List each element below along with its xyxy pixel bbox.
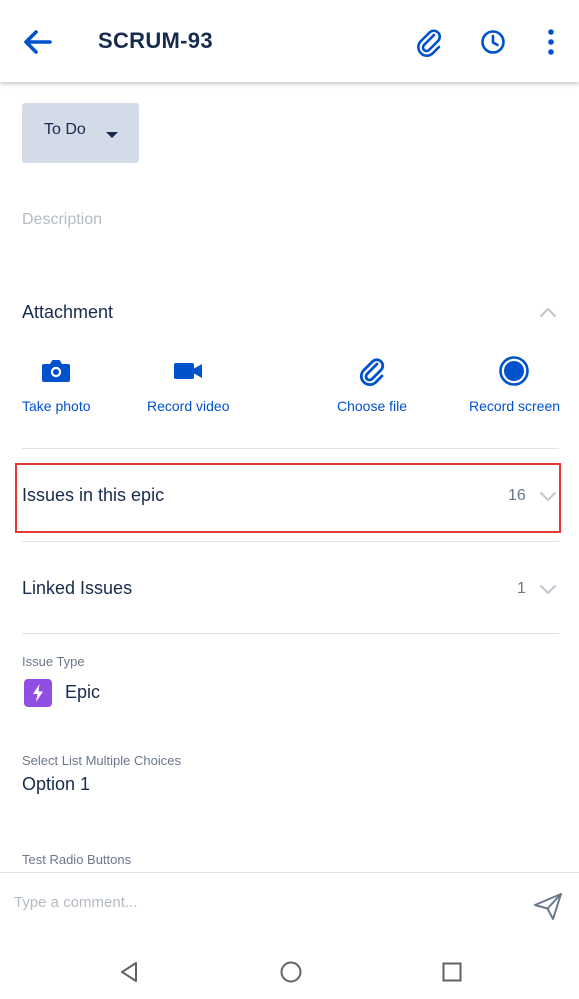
divider [22, 448, 559, 449]
issue-type-label: Issue Type [22, 654, 85, 669]
radio-buttons-label: Test Radio Buttons [22, 852, 132, 867]
record-icon [499, 356, 529, 386]
status-label: To Do [44, 121, 86, 138]
highlight-box [15, 463, 561, 533]
select-list-value[interactable]: Option 1 [22, 774, 90, 795]
paperclip-icon[interactable] [414, 26, 444, 58]
status-dropdown[interactable]: To Do [22, 103, 139, 163]
linked-issues-label: Linked Issues [22, 578, 133, 598]
choose-file-label: Choose file [337, 398, 408, 414]
chevron-down-icon [540, 585, 556, 594]
description-field[interactable]: Description [22, 211, 102, 229]
recents-square-icon[interactable] [438, 958, 466, 986]
chevron-down-icon [106, 132, 118, 138]
take-photo-label: Take photo [22, 398, 91, 414]
choose-file-button[interactable]: Choose file [337, 354, 407, 414]
comment-bar: Type a comment... [0, 872, 579, 934]
linked-issues-row[interactable]: Linked Issues 1 [22, 558, 559, 620]
record-video-button[interactable]: Record video [147, 354, 230, 414]
back-arrow-icon[interactable] [20, 26, 56, 58]
comment-input[interactable]: Type a comment... [14, 894, 137, 911]
chevron-up-icon[interactable] [539, 306, 557, 318]
record-screen-button[interactable]: Record screen [469, 354, 561, 414]
system-nav-bar [0, 934, 579, 999]
divider [22, 541, 559, 542]
record-screen-label: Record screen [469, 398, 561, 414]
back-triangle-icon[interactable] [116, 958, 144, 986]
app-bar: SCRUM-93 [0, 0, 579, 82]
linked-issues-count: 1 [517, 580, 526, 597]
record-video-label: Record video [147, 398, 230, 414]
take-photo-button[interactable]: Take photo [22, 354, 91, 414]
divider [22, 633, 559, 634]
paperclip-icon [359, 358, 385, 387]
video-camera-icon [174, 363, 202, 379]
page-title: SCRUM-93 [98, 28, 213, 53]
lightning-icon [24, 679, 52, 707]
issue-type-value[interactable]: Epic [65, 682, 100, 703]
select-list-label: Select List Multiple Choices [22, 753, 181, 768]
more-vert-icon[interactable] [536, 26, 566, 58]
camera-icon [42, 360, 70, 382]
send-icon[interactable] [532, 891, 564, 921]
clock-icon[interactable] [478, 26, 508, 58]
attachment-title: Attachment [22, 302, 114, 322]
home-circle-icon[interactable] [277, 958, 305, 986]
